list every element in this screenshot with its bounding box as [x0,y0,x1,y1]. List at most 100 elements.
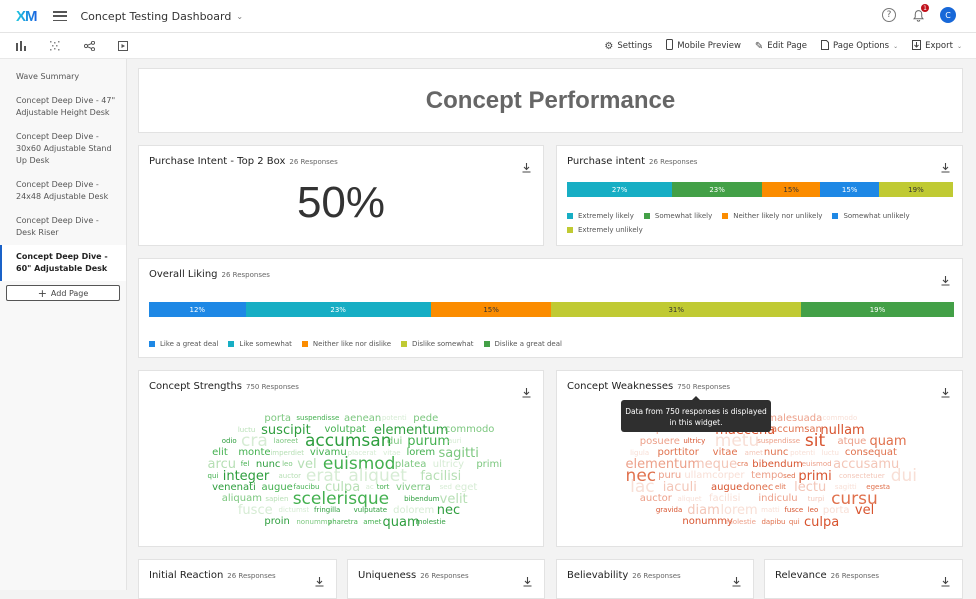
word-cloud-word[interactable]: nec [437,504,460,517]
word-cloud-word[interactable]: consectetuer [839,472,885,480]
sidebar-item-desk-riser[interactable]: Concept Deep Dive - Desk Riser [0,209,126,245]
word-cloud-word[interactable]: aliquet [678,495,702,503]
sidebar-item-60-desk[interactable]: Concept Deep Dive - 60" Adjustable Desk [0,245,126,281]
sidebar-item-24x48-desk[interactable]: Concept Deep Dive - 24x48 Adjustable Des… [0,173,126,209]
word-cloud-word[interactable]: monte [238,448,270,458]
user-avatar[interactable]: C [940,7,956,23]
word-cloud-word[interactable]: dolorem [393,505,434,516]
word-cloud-word[interactable]: quam [383,516,420,529]
sidebar-item-47-height-desk[interactable]: Concept Deep Dive - 47" Adjustable Heigh… [0,89,126,125]
purchase-intent-segment[interactable]: 23% [672,182,762,197]
word-cloud-word[interactable]: suspendisse [757,438,800,445]
word-cloud-word[interactable]: auctor [279,472,301,480]
word-cloud-word[interactable]: nunc [764,448,789,458]
word-cloud-word[interactable]: ultricy [433,459,464,470]
word-cloud-word[interactable]: sagitti [438,447,478,460]
word-cloud-word[interactable]: amet [745,449,763,457]
download-icon[interactable] [941,271,950,286]
legend-item[interactable]: Neither likely nor unlikely [722,212,822,220]
word-cloud-word[interactable]: indiculu [758,494,797,504]
word-cloud-word[interactable]: porta [264,413,291,424]
download-icon[interactable] [732,572,741,587]
word-cloud-word[interactable]: ultricy [683,438,705,445]
download-icon[interactable] [941,158,950,173]
word-cloud-word[interactable]: luctu [822,449,839,457]
word-cloud-word[interactable]: molestie [726,518,756,526]
word-cloud-word[interactable]: eget [455,482,478,493]
word-cloud-word[interactable]: dui [387,436,402,447]
word-cloud-word[interactable]: donec [743,482,773,493]
word-cloud-word[interactable]: primi [476,459,502,470]
project-selector[interactable]: Concept Testing Dashboard ⌄ [81,10,244,23]
word-cloud-word[interactable]: sapien [265,495,288,503]
present-icon[interactable] [116,39,130,53]
word-cloud-word[interactable]: fringilla [314,507,340,514]
word-cloud-word[interactable]: bibendum [752,459,802,470]
word-cloud-word[interactable]: laoreet [274,438,299,445]
download-icon[interactable] [941,572,950,587]
word-cloud-word[interactable]: ligula [630,449,649,457]
legend-item[interactable]: Somewhat unlikely [832,212,910,220]
word-cloud-word[interactable]: vulputate [354,507,388,514]
bar-chart-icon[interactable] [14,39,28,53]
page-options-button[interactable]: Page Options ⌄ [821,39,898,53]
overall-liking-segment[interactable]: 19% [801,302,954,317]
word-cloud-word[interactable]: gravida [656,507,682,514]
word-cloud-word[interactable]: auctor [640,494,672,504]
word-cloud-word[interactable]: commodo [822,415,857,422]
word-cloud-word[interactable]: commodo [445,425,495,435]
notifications-button[interactable]: 1 [910,4,929,23]
legend-item[interactable]: Extremely likely [567,212,634,220]
purchase-intent-segment[interactable]: 15% [761,182,821,197]
download-icon[interactable] [522,158,531,173]
word-cloud-word[interactable]: qui [789,518,800,526]
word-cloud-word[interactable]: nonummy [296,518,331,526]
word-cloud-word[interactable]: dapibu [761,518,785,526]
word-cloud-word[interactable]: aenean [344,413,381,424]
word-cloud-word[interactable]: euismod [802,461,832,468]
word-cloud-word[interactable]: dictumst [279,507,310,514]
purchase-intent-segment[interactable]: 19% [878,182,953,197]
word-cloud-word[interactable]: nunc [256,459,281,470]
download-icon[interactable] [315,572,324,587]
settings-button[interactable]: ⚙ Settings [604,39,652,53]
word-cloud-word[interactable]: posuere [640,436,680,447]
menu-icon[interactable] [52,11,67,21]
overall-liking-segment[interactable]: 31% [551,302,802,317]
word-cloud-word[interactable]: qui [208,472,219,480]
word-cloud-word[interactable]: imperdiet [270,449,304,457]
word-cloud-word[interactable]: augue [711,482,742,493]
overall-liking-segment[interactable]: 15% [430,302,552,317]
word-cloud-word[interactable]: lorem [406,448,435,458]
word-cloud-word[interactable]: pede [413,413,438,424]
word-cloud-word[interactable]: tempo [751,471,783,481]
legend-item[interactable]: Somewhat likely [643,212,712,220]
help-icon[interactable]: ? [882,8,896,22]
word-cloud-word[interactable]: auri [448,438,462,445]
share-icon[interactable] [82,39,96,53]
word-cloud-word[interactable]: molestie [416,518,446,526]
word-cloud-word[interactable]: sit [805,433,825,450]
word-cloud-word[interactable]: sed [783,472,795,480]
word-cloud-word[interactable]: leo [808,507,819,514]
word-cloud-word[interactable]: bibendum [404,495,439,503]
word-cloud-word[interactable]: proin [264,517,289,527]
word-cloud-word[interactable]: integer [223,470,270,483]
word-cloud-word[interactable]: elit [775,484,786,491]
legend-item[interactable]: Extremely unlikely [567,226,643,234]
overall-liking-segment[interactable]: 12% [149,302,246,317]
sidebar-item-30x60-desk[interactable]: Concept Deep Dive - 30x60 Adjustable Sta… [0,125,126,173]
word-cloud-word[interactable]: amet [363,518,381,526]
word-cloud-word[interactable]: turpi [808,495,824,503]
word-cloud-word[interactable]: scelerisque [293,490,389,508]
word-cloud-word[interactable]: odio [222,438,237,445]
word-cloud-word[interactable]: augue [262,482,293,493]
legend-item[interactable]: Dislike a great deal [483,340,562,348]
purchase-intent-segment[interactable]: 27% [567,182,673,197]
legend-item[interactable]: Dislike somewhat [401,340,474,348]
legend-item[interactable]: Neither like nor dislike [301,340,391,348]
legend-item[interactable]: Like somewhat [228,340,292,348]
word-cloud-word[interactable]: leo [282,461,293,468]
word-cloud-word[interactable]: sed [440,484,452,491]
edit-page-button[interactable]: ✎ Edit Page [755,39,807,53]
